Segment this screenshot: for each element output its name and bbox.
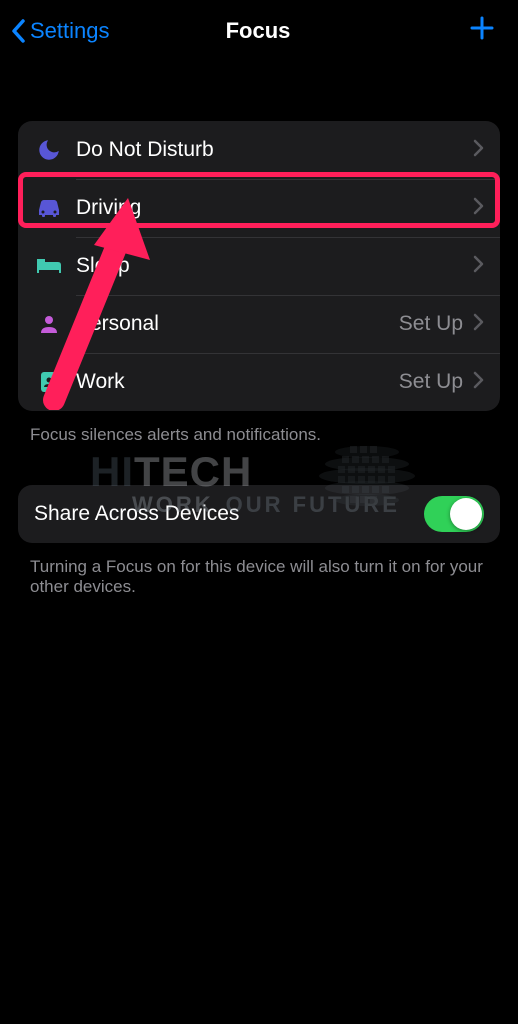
share-toggle[interactable] xyxy=(424,496,484,532)
nav-bar: Settings Focus xyxy=(0,0,518,61)
share-label: Share Across Devices xyxy=(34,502,239,526)
focus-row-label: Work xyxy=(76,370,399,394)
focus-row-status: Set Up xyxy=(399,370,463,394)
focus-row-label: Do Not Disturb xyxy=(76,138,473,162)
add-button[interactable] xyxy=(386,14,506,47)
focus-list: Do Not Disturb Driving Sleep Personal Se… xyxy=(18,121,500,411)
chevron-right-icon xyxy=(473,371,484,394)
moon-icon xyxy=(32,137,66,163)
bed-icon xyxy=(32,256,66,276)
chevron-left-icon xyxy=(10,18,26,44)
share-row: Share Across Devices xyxy=(18,485,500,543)
share-footer: Turning a Focus on for this device will … xyxy=(30,557,488,597)
plus-icon xyxy=(468,14,496,47)
focus-list-footer: Focus silences alerts and notifications. xyxy=(30,425,488,445)
person-icon xyxy=(32,312,66,336)
focus-row-driving[interactable]: Driving xyxy=(18,179,500,237)
chevron-right-icon xyxy=(473,197,484,220)
focus-row-status: Set Up xyxy=(399,312,463,336)
focus-row-label: Driving xyxy=(76,196,473,220)
badge-icon xyxy=(32,369,66,395)
focus-row-dnd[interactable]: Do Not Disturb xyxy=(18,121,500,179)
focus-row-work[interactable]: Work Set Up xyxy=(18,353,500,411)
car-icon xyxy=(32,197,66,219)
page-title: Focus xyxy=(130,18,386,44)
toggle-knob xyxy=(450,498,482,530)
focus-row-label: Sleep xyxy=(76,254,473,278)
back-button[interactable]: Settings xyxy=(10,18,130,44)
focus-row-personal[interactable]: Personal Set Up xyxy=(18,295,500,353)
share-group: Share Across Devices xyxy=(18,485,500,543)
chevron-right-icon xyxy=(473,255,484,278)
focus-row-label: Personal xyxy=(76,312,399,336)
chevron-right-icon xyxy=(473,313,484,336)
chevron-right-icon xyxy=(473,139,484,162)
back-label: Settings xyxy=(30,18,110,44)
focus-row-sleep[interactable]: Sleep xyxy=(18,237,500,295)
